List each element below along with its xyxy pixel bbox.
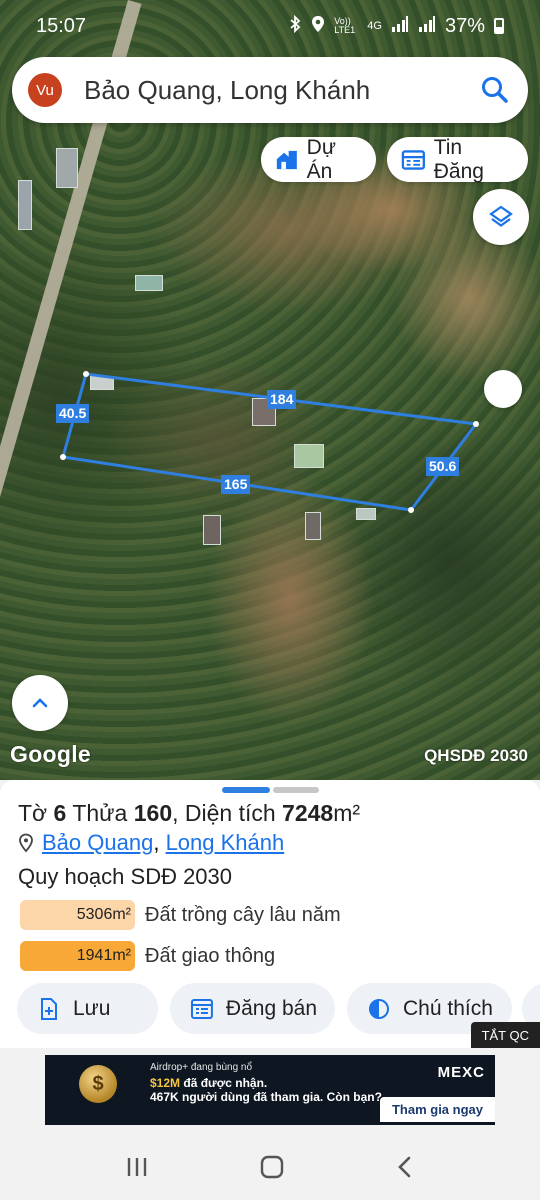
plot-number: 160	[133, 800, 173, 826]
du-an-label: Dự Án	[306, 135, 336, 183]
city-link[interactable]: Long Khánh	[166, 830, 285, 855]
area-word: , Diện tích	[172, 800, 276, 826]
action-bar: Lưu Đăng bán Chú thích	[17, 983, 512, 1034]
status-bar: 15:07 Vo)) LTE1 4G 37%	[0, 0, 540, 52]
battery-icon	[494, 18, 504, 34]
contrast-icon	[369, 998, 389, 1019]
network-label: Vo)) LTE1	[334, 16, 356, 35]
listing-icon	[190, 998, 213, 1019]
post-sale-label: Đăng bán	[225, 996, 317, 1020]
area-unit: m²	[333, 800, 361, 826]
planning-title: Quy hoạch SDĐ 2030	[18, 864, 233, 889]
ad-line1: Airdrop+ đang bùng nổ	[150, 1062, 253, 1073]
ward-link[interactable]: Bảo Quang	[42, 830, 153, 855]
tin-dang-chip[interactable]: Tin Đăng	[387, 135, 528, 183]
land-use-area: 1941m²	[20, 941, 135, 971]
du-an-chip[interactable]: Dự Án	[261, 135, 376, 183]
ad-cta-button[interactable]: Tham gia ngay	[379, 1097, 495, 1122]
land-use-label: Đất giao thông	[145, 944, 276, 967]
search-icon[interactable]	[478, 73, 512, 107]
google-attribution: Google	[10, 741, 92, 767]
avatar[interactable]: Vu	[28, 73, 62, 107]
search-bar[interactable]: Vu Bảo Quang, Long Khánh	[12, 57, 528, 123]
edge-length-right: 50.6	[426, 457, 460, 476]
chevron-up-icon	[32, 698, 48, 708]
battery-percent: 37%	[444, 14, 485, 37]
land-use-area: 5306m²	[20, 900, 135, 930]
tin-dang-label: Tin Đăng	[433, 135, 484, 183]
plot-word: Thửa	[72, 800, 128, 826]
title-prefix: Tờ	[18, 800, 48, 826]
ad-banner[interactable]: $ Airdrop+ đang bùng nổ $12M đã được nhậ…	[45, 1055, 495, 1125]
parcel-title: Tờ 6 Thửa 160, Diện tích 7248m²	[18, 800, 360, 827]
parcel-info-sheet[interactable]: Tờ 6 Thửa 160, Diện tích 7248m² Bảo Quan…	[0, 780, 540, 1048]
save-button[interactable]: Lưu	[17, 983, 158, 1034]
edge-length-top: 184	[267, 390, 297, 409]
close-ad-button[interactable]: TẮT QC	[470, 1022, 540, 1048]
ad-line3: 467K người dùng đã tham gia. Còn bạn?	[150, 1090, 382, 1104]
ad-line2: $12M đã được nhận.	[150, 1076, 267, 1090]
ad-line2-rest: đã được nhận.	[180, 1076, 268, 1090]
expand-up-button[interactable]	[12, 675, 68, 731]
my-location-button[interactable]	[484, 370, 522, 408]
land-use-label: Đất trồng cây lâu năm	[145, 903, 341, 926]
system-nav-bar	[0, 1133, 540, 1200]
land-use-row: 5306m² Đất trồng cây lâu năm	[20, 900, 341, 930]
legend-label: Chú thích	[403, 996, 493, 1020]
search-query[interactable]: Bảo Quang, Long Khánh	[84, 75, 370, 106]
edge-length-left: 40.5	[56, 404, 90, 423]
layer-label: QHSDĐ 2030	[424, 746, 528, 765]
parcel-location: Bảo Quang, Long Khánh	[18, 830, 284, 856]
signal-icon-2	[418, 15, 436, 37]
recent-apps-icon[interactable]	[124, 1155, 150, 1179]
post-sale-button[interactable]: Đăng bán	[170, 983, 335, 1034]
location-pin-icon	[19, 833, 33, 853]
sheet-number: 6	[53, 800, 67, 826]
location-separator: ,	[153, 830, 160, 855]
listing-icon	[401, 149, 425, 170]
land-use-row: 1941m² Đất giao thông	[20, 941, 275, 971]
parcel-area: 7248	[282, 800, 334, 826]
satellite-map[interactable]: 184 40.5 165 50.6 15:07 Vo)) LTE1 4G 37%…	[0, 0, 540, 780]
status-time: 15:07	[36, 14, 87, 37]
bluetooth-icon	[288, 14, 302, 38]
building-icon	[276, 150, 297, 169]
sheet-handle-active[interactable]	[222, 787, 270, 793]
location-icon	[311, 15, 325, 38]
sheet-handle-inactive[interactable]	[273, 787, 319, 793]
add-file-icon	[41, 997, 57, 1020]
layers-icon	[489, 205, 513, 227]
save-label: Lưu	[73, 996, 111, 1020]
network-type: 4G	[367, 20, 382, 32]
ad-brand: MEXC	[437, 1064, 485, 1081]
ad-amount: $12M	[150, 1076, 181, 1090]
home-icon[interactable]	[258, 1153, 286, 1181]
layers-button[interactable]	[473, 189, 529, 245]
edge-length-bottom: 165	[221, 475, 251, 494]
coin-icon: $	[79, 1065, 117, 1103]
back-icon[interactable]	[394, 1153, 416, 1181]
signal-icon	[391, 15, 409, 37]
